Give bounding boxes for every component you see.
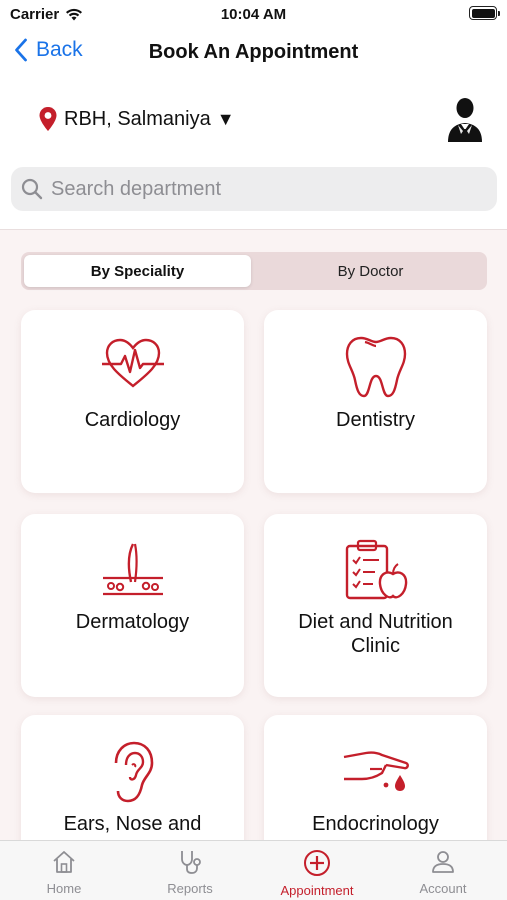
- department-name: Cardiology: [84, 409, 181, 431]
- hand-drop-icon: [343, 751, 409, 791]
- search-placeholder: Search department: [51, 177, 222, 200]
- caret-down-icon: ▼: [216, 108, 235, 129]
- nav-bar: Back Book An Appointment: [0, 30, 507, 76]
- department-card-dentistry[interactable]: Dentistry: [264, 310, 487, 493]
- tab-reports-label: Reports: [167, 881, 213, 896]
- tab-home-label: Home: [46, 881, 82, 896]
- segment-by-speciality[interactable]: By Speciality: [24, 255, 251, 287]
- status-time: 10:04 AM: [220, 6, 287, 23]
- stethoscope-icon: [181, 851, 201, 874]
- tab-account-label: Account: [419, 881, 467, 896]
- skin-follicle-icon: [102, 543, 163, 596]
- location-row: RBH, Salmaniya ▼: [0, 92, 507, 148]
- department-name: Diet and Nutrition Clinic: [298, 611, 453, 657]
- segmented-control: By Speciality By Doctor: [21, 252, 487, 290]
- location-selector[interactable]: RBH, Salmaniya ▼: [38, 106, 235, 132]
- tab-appointment-label: Appointment: [280, 883, 354, 898]
- department-card-endocrinology[interactable]: Endocrinology: [264, 715, 487, 840]
- search-icon: [21, 178, 43, 200]
- search-input[interactable]: Search department: [11, 167, 497, 211]
- tooth-icon: [345, 336, 406, 398]
- heart-pulse-icon: [101, 338, 164, 388]
- ear-icon: [114, 741, 153, 803]
- home-icon: [53, 851, 75, 873]
- department-card-dermatology[interactable]: Dermatology: [21, 514, 244, 697]
- page-title: Book An Appointment: [148, 41, 359, 63]
- department-name: Endocrinology: [312, 813, 439, 835]
- location-label: RBH, Salmaniya: [64, 107, 211, 130]
- status-bar: Carrier 10:04 AM: [0, 0, 507, 30]
- battery-icon: [469, 6, 500, 20]
- tab-bar: Home Reports Appointment Account: [0, 840, 507, 900]
- tab-reports[interactable]: Reports: [127, 849, 253, 896]
- department-name: Ears, Nose and: [63, 813, 202, 835]
- department-card-diet-nutrition[interactable]: Diet and Nutrition Clinic: [264, 514, 487, 697]
- clipboard-apple-icon: [345, 539, 407, 600]
- segment-by-doctor[interactable]: By Doctor: [257, 255, 484, 287]
- department-name: Dentistry: [336, 409, 415, 431]
- department-card-cardiology[interactable]: Cardiology: [21, 310, 244, 493]
- department-list: By Speciality By Doctor Cardiology Denti…: [0, 229, 507, 840]
- tab-appointment[interactable]: Appointment: [254, 849, 380, 898]
- tab-home[interactable]: Home: [1, 849, 127, 896]
- doctor-avatar-icon[interactable]: [445, 96, 485, 142]
- plus-circle-icon: [304, 850, 330, 876]
- department-name: Dermatology: [75, 611, 190, 633]
- map-pin-icon: [39, 107, 57, 131]
- tab-account[interactable]: Account: [380, 849, 506, 896]
- department-card-ent[interactable]: Ears, Nose and: [21, 715, 244, 840]
- user-icon: [432, 851, 454, 873]
